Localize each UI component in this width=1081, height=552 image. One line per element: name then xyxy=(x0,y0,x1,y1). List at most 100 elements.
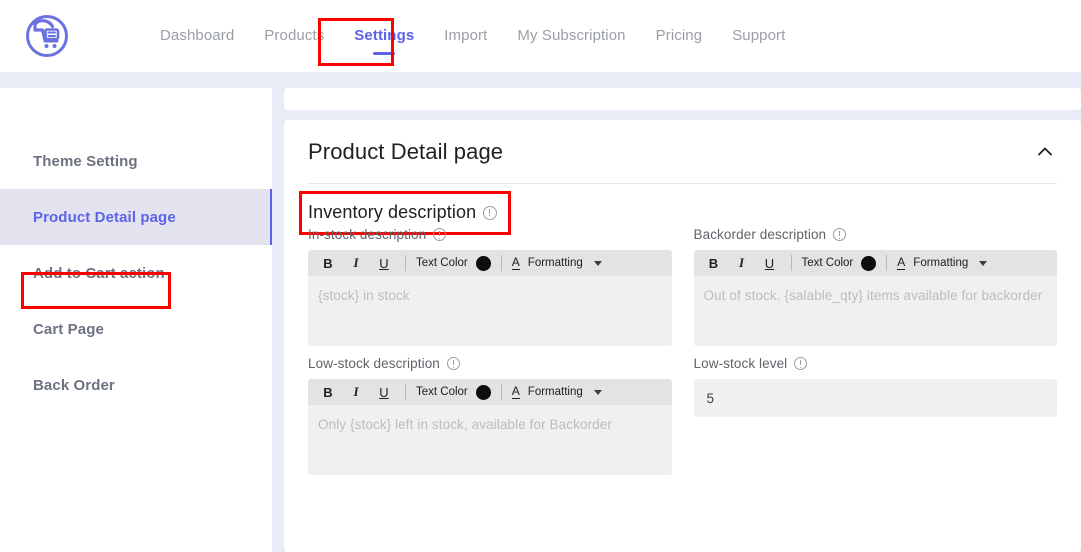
sidebar-item-label: Back Order xyxy=(33,376,115,394)
text-color-swatch-icon[interactable] xyxy=(861,255,877,271)
editor-toolbar: B I U Text Color A Formatting xyxy=(308,379,672,405)
sidebar-item-label: Product Detail page xyxy=(33,208,176,226)
cart-return-logo-icon[interactable] xyxy=(24,13,70,59)
sidebar-top-spacer xyxy=(0,88,272,133)
formatting-label: Formatting xyxy=(913,257,969,269)
nav-label: Products xyxy=(264,27,325,44)
low-stock-level-input[interactable] xyxy=(693,379,1057,417)
field-label-text: Low-stock level xyxy=(693,356,788,371)
nav-label: Import xyxy=(444,27,488,44)
top-strip-card xyxy=(284,88,1081,110)
nav-item-support[interactable]: Support xyxy=(717,0,800,72)
sidebar-item-label: Cart Page xyxy=(33,320,104,338)
nav-item-my-subscription[interactable]: My Subscription xyxy=(502,0,640,72)
text-color-button[interactable]: Text Color xyxy=(799,255,880,271)
inventory-description-form: In-stock description B I U Text Color A … xyxy=(308,223,1057,475)
field-label: Backorder description xyxy=(694,227,1058,242)
low-stock-rich-text-editor: B I U Text Color A Formatting Only {stoc… xyxy=(308,379,672,475)
sidebar-item-label: Theme Setting xyxy=(33,152,138,170)
field-backorder-description: Backorder description B I U Text Color A… xyxy=(693,227,1058,346)
text-color-button[interactable]: Text Color xyxy=(413,384,494,400)
formatting-dropdown[interactable]: A Formatting xyxy=(894,254,990,270)
low-stock-description-input[interactable]: Only {stock} left in stock, available fo… xyxy=(308,405,672,475)
field-label-text: In-stock description xyxy=(308,227,427,242)
in-stock-rich-text-editor: B I U Text Color A Formatting {stock} in… xyxy=(308,250,672,346)
sidebar-item-theme-setting[interactable]: Theme Setting xyxy=(0,133,272,189)
toolbar-divider xyxy=(405,384,406,400)
bold-button[interactable]: B xyxy=(314,252,342,274)
sidebar-item-back-order[interactable]: Back Order xyxy=(0,357,272,413)
formatting-label: Formatting xyxy=(527,257,583,269)
section-title: Inventory description xyxy=(308,202,498,223)
text-color-label: Text Color xyxy=(801,257,854,269)
underline-button[interactable]: U xyxy=(370,252,398,274)
card-header: Product Detail page xyxy=(308,120,1057,184)
italic-button[interactable]: I xyxy=(342,252,370,274)
chevron-down-icon[interactable] xyxy=(593,389,602,395)
italic-button[interactable]: I xyxy=(728,252,756,274)
toolbar-divider xyxy=(405,255,406,271)
formatting-a-icon: A xyxy=(897,254,906,270)
nav-label: Support xyxy=(732,27,786,44)
italic-button[interactable]: I xyxy=(342,381,370,403)
inventory-description-section-header: Inventory description xyxy=(299,184,1057,235)
formatting-label: Formatting xyxy=(527,386,583,398)
chevron-down-icon[interactable] xyxy=(593,260,602,266)
top-navigation-bar: Dashboard Products Settings Import My Su… xyxy=(0,0,1081,72)
nav-label: Settings xyxy=(354,27,415,44)
bold-button[interactable]: B xyxy=(700,252,728,274)
info-circle-icon[interactable] xyxy=(483,205,498,220)
page-body: Theme Setting Product Detail page Add to… xyxy=(0,72,1081,552)
nav-active-underline xyxy=(373,52,396,55)
info-circle-icon[interactable] xyxy=(833,228,847,241)
editor-toolbar: B I U Text Color A Formatting xyxy=(693,250,1057,276)
field-label: In-stock description xyxy=(308,227,672,242)
nav-item-import[interactable]: Import xyxy=(429,0,502,72)
settings-content-column: Product Detail page Inventory descriptio… xyxy=(272,72,1081,552)
nav-label: Dashboard xyxy=(160,27,235,44)
field-low-stock-level: Low-stock level xyxy=(693,356,1058,475)
formatting-dropdown[interactable]: A Formatting xyxy=(509,254,605,270)
text-color-button[interactable]: Text Color xyxy=(413,255,494,271)
sidebar-item-cart-page[interactable]: Cart Page xyxy=(0,301,272,357)
toolbar-divider xyxy=(886,255,888,271)
text-color-swatch-icon[interactable] xyxy=(475,255,491,271)
field-label: Low-stock description xyxy=(308,356,672,371)
bold-button[interactable]: B xyxy=(314,381,342,403)
in-stock-description-input[interactable]: {stock} in stock xyxy=(308,276,672,346)
info-circle-icon[interactable] xyxy=(446,357,460,370)
field-label: Low-stock level xyxy=(694,356,1058,371)
nav-item-pricing[interactable]: Pricing xyxy=(641,0,718,72)
info-circle-icon[interactable] xyxy=(794,357,808,370)
sidebar-item-label: Add to Cart action xyxy=(33,264,165,282)
page-title: Product Detail page xyxy=(308,138,504,164)
nav-item-settings[interactable]: Settings xyxy=(339,0,429,72)
field-in-stock-description: In-stock description B I U Text Color A … xyxy=(308,227,672,346)
settings-sidebar: Theme Setting Product Detail page Add to… xyxy=(0,88,272,552)
formatting-a-icon: A xyxy=(511,383,520,399)
sidebar-item-add-to-cart-action[interactable]: Add to Cart action xyxy=(0,245,272,301)
text-color-label: Text Color xyxy=(416,386,468,398)
formatting-dropdown[interactable]: A Formatting xyxy=(509,383,605,399)
nav-item-dashboard[interactable]: Dashboard xyxy=(145,0,249,72)
chevron-up-icon[interactable] xyxy=(1035,142,1055,162)
sidebar-item-product-detail-page[interactable]: Product Detail page xyxy=(0,189,272,245)
formatting-a-icon: A xyxy=(511,254,520,270)
field-label-text: Backorder description xyxy=(693,227,827,242)
nav-item-products[interactable]: Products xyxy=(249,0,339,72)
info-circle-icon[interactable] xyxy=(433,228,447,241)
editor-toolbar: B I U Text Color A Formatting xyxy=(308,250,672,276)
nav-label: My Subscription xyxy=(517,27,626,44)
top-nav-links: Dashboard Products Settings Import My Su… xyxy=(145,0,800,72)
toolbar-divider xyxy=(500,255,502,271)
text-color-swatch-icon[interactable] xyxy=(475,384,491,400)
backorder-description-input[interactable]: Out of stock. {salable_qty} items availa… xyxy=(693,276,1057,346)
underline-button[interactable]: U xyxy=(370,381,398,403)
underline-button[interactable]: U xyxy=(756,252,784,274)
backorder-rich-text-editor: B I U Text Color A Formatting Out of sto… xyxy=(693,250,1057,346)
field-label-text: Low-stock description xyxy=(308,356,440,371)
field-low-stock-description: Low-stock description B I U Text Color A… xyxy=(308,356,672,475)
chevron-down-icon[interactable] xyxy=(979,260,988,266)
toolbar-divider xyxy=(500,384,502,400)
product-detail-page-card: Product Detail page Inventory descriptio… xyxy=(284,120,1081,552)
